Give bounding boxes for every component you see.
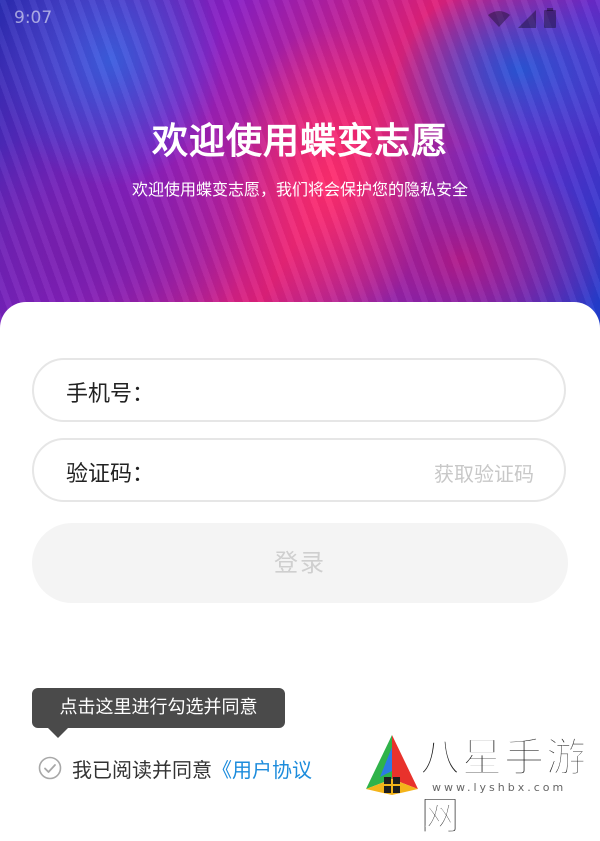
- battery-icon: [544, 8, 556, 28]
- watermark: 八星手游网 www.lyshbx.com: [362, 725, 600, 840]
- status-icons: [488, 8, 556, 28]
- phone-input[interactable]: [164, 370, 418, 412]
- checkbox-icon[interactable]: [38, 756, 62, 780]
- agreement-tooltip: 点击这里进行勾选并同意: [32, 688, 285, 728]
- hero-banner: [0, 0, 600, 330]
- hero-title: 欢迎使用蝶变志愿: [151, 120, 448, 162]
- wifi-icon: [488, 11, 510, 27]
- agreement-row: 我已阅读并同意 《用户协议: [38, 753, 312, 783]
- status-bar: 9:07: [0, 0, 600, 40]
- tooltip-arrow: [48, 728, 68, 738]
- watermark-url: www.lyshbx.com: [432, 781, 567, 794]
- code-label: 验证码：: [66, 462, 155, 487]
- hero-subtitle: 欢迎使用蝶变志愿，我们将会保护您的隐私安全: [131, 180, 468, 199]
- user-agreement-link[interactable]: 《用户协议: [212, 754, 312, 783]
- phone-label: 手机号：: [66, 382, 155, 407]
- watermark-logo-icon: [366, 735, 418, 795]
- get-code-button[interactable]: 获取验证码: [434, 458, 534, 487]
- login-button[interactable]: 登录: [32, 523, 568, 603]
- status-time: 9:07: [14, 8, 53, 28]
- agreement-text: 我已阅读并同意: [72, 757, 212, 782]
- code-input[interactable]: [164, 450, 418, 492]
- code-field[interactable]: 验证码： 获取验证码: [32, 438, 566, 502]
- signal-icon: [518, 10, 536, 28]
- phone-field[interactable]: 手机号：: [32, 358, 566, 422]
